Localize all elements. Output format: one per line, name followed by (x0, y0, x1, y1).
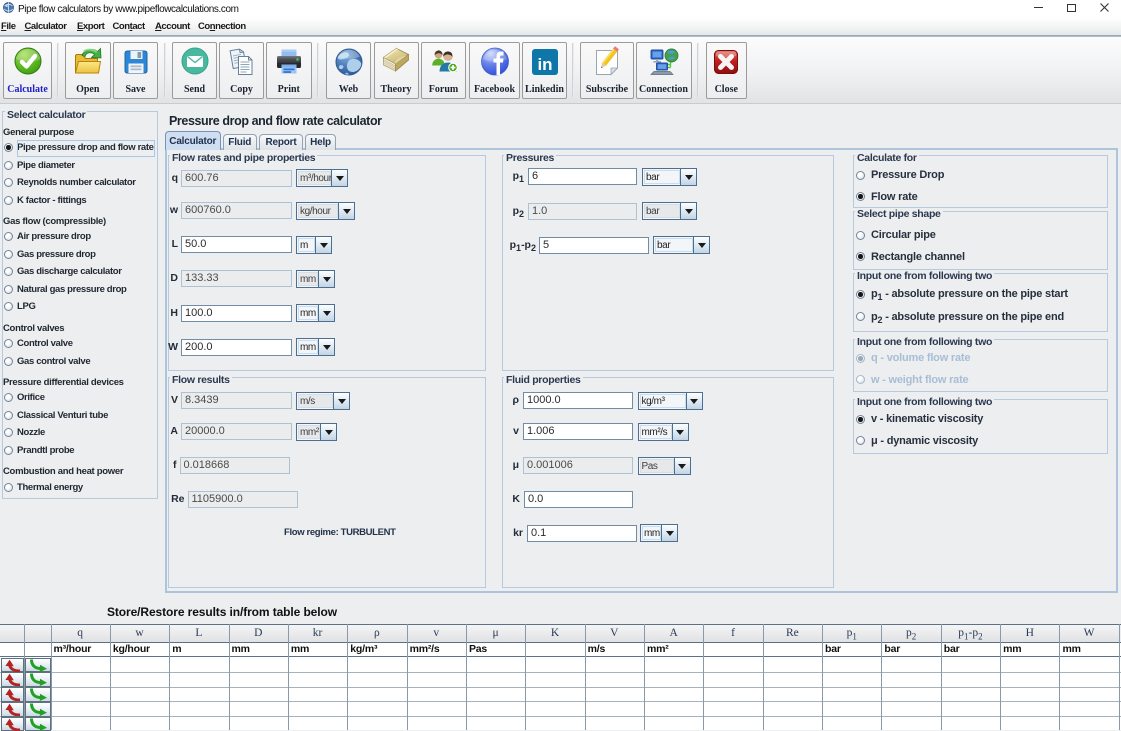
svg-text:in: in (537, 55, 552, 74)
